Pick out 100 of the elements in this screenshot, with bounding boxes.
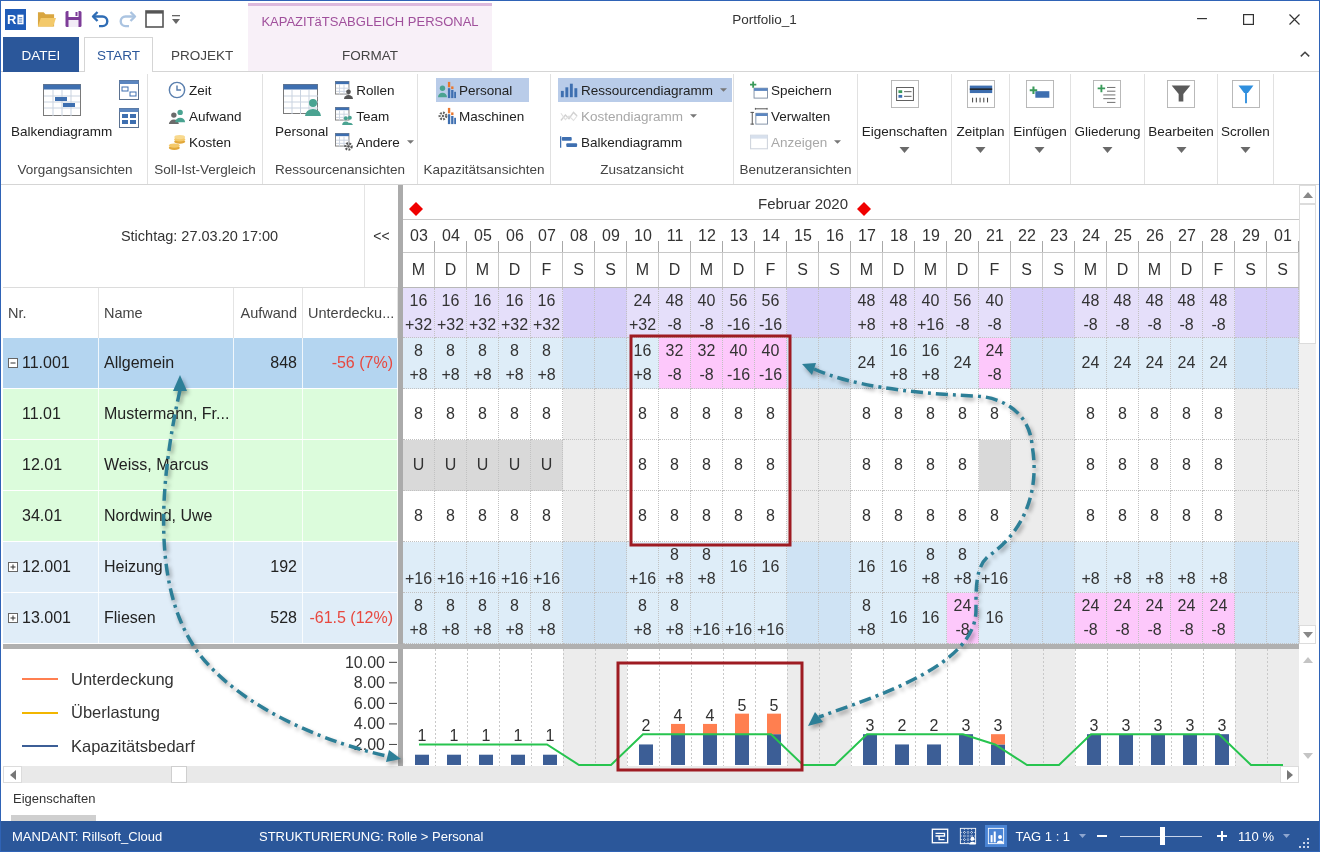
context-tab-group-label: KAPAZITäTSABGLEICH PERSONAL xyxy=(261,14,479,29)
zoom-in-icon[interactable] xyxy=(1217,831,1228,841)
collapse-panel-button[interactable]: << xyxy=(365,185,398,287)
ribbon-button[interactable]: Personal xyxy=(272,78,332,150)
caret-icon[interactable] xyxy=(1283,834,1290,838)
summary-cell: 16 +32 xyxy=(435,288,467,338)
timeline-cell: 8 +8 xyxy=(467,593,499,644)
ribbon-button[interactable]: Speichern xyxy=(748,78,847,102)
chart-bar xyxy=(1151,734,1165,765)
caret-icon[interactable] xyxy=(1079,834,1087,838)
minimize-icon[interactable] xyxy=(1197,18,1207,20)
close-icon[interactable] xyxy=(1288,13,1300,25)
timeline-cell: 8 +8 xyxy=(659,593,691,644)
ribbon-button[interactable]: Balkendiagramm xyxy=(558,130,733,154)
scroll-up-button[interactable] xyxy=(1299,185,1316,204)
scrollbar-thumb[interactable] xyxy=(1299,204,1316,344)
slider-thumb[interactable] xyxy=(1160,827,1166,845)
resize-grip-icon[interactable] xyxy=(1299,838,1309,848)
timeline-cell: 8 +8 xyxy=(467,338,499,389)
timeline-cell: 8 xyxy=(851,491,883,542)
timeline-cell: 8 +8 xyxy=(947,542,979,593)
timeline-cell: 8 xyxy=(403,389,435,440)
summary-cell: 48 -8 xyxy=(659,288,691,338)
timeline-cell: 16 xyxy=(915,593,947,644)
ribbon-button[interactable]: Gliederung xyxy=(1074,74,1141,156)
timeline-bar-icon xyxy=(966,80,995,108)
maximize-icon[interactable] xyxy=(1242,13,1254,25)
chart-person-icon[interactable] xyxy=(985,825,1008,847)
timeline-cell: 24 xyxy=(947,338,979,389)
axis-label: 6.00 xyxy=(353,694,385,712)
ribbon-tab[interactable]: START xyxy=(84,37,153,72)
bar-value-label: 2 xyxy=(929,717,939,735)
minus-box-icon[interactable] xyxy=(8,358,18,368)
context-tab[interactable]: FORMAT xyxy=(248,37,492,72)
timeline-cell: 8 +8 xyxy=(403,593,435,644)
ribbon-button[interactable]: Bearbeiten xyxy=(1148,74,1214,156)
file-tab[interactable]: DATEI xyxy=(3,37,79,72)
ribbon-button[interactable]: Rollen xyxy=(333,78,419,102)
ribbon-button[interactable]: Verwalten xyxy=(748,104,847,128)
timeline-cell: 8 xyxy=(979,389,1011,440)
ribbon-button[interactable]: Maschinen xyxy=(436,104,530,128)
undo-icon[interactable] xyxy=(91,10,110,28)
plus-box-icon[interactable] xyxy=(8,613,18,623)
timeline-cell: 16 xyxy=(979,593,1011,644)
ribbon-button[interactable]: Andere xyxy=(333,130,419,154)
timeline-cell: 8 xyxy=(915,491,947,542)
timeline-cell: 8 xyxy=(947,389,979,440)
view-button[interactable] xyxy=(117,106,142,130)
row-number: 12.01 xyxy=(22,456,63,474)
timeline-cell: 8 +8 xyxy=(691,542,723,593)
ribbon-button[interactable]: Team xyxy=(333,104,419,128)
timeline-cell: 8 xyxy=(691,491,723,542)
timeline-cell: 24 xyxy=(851,338,883,389)
timescale-label[interactable]: TAG 1 : 1 xyxy=(1015,828,1071,844)
view-button[interactable] xyxy=(117,78,142,102)
ribbon-button[interactable]: Einfügen xyxy=(1013,74,1067,156)
table-row[interactable]: 34.01 Nordwind, Uwe xyxy=(3,491,398,542)
form-icon xyxy=(890,80,919,108)
table-row[interactable]: 11.001 Allgemein 848 -56 (7%) xyxy=(3,338,398,389)
weekday-label: S xyxy=(595,253,627,287)
scroll-left-button[interactable] xyxy=(3,766,22,783)
bar-value-label: 3 xyxy=(865,717,875,735)
table-row[interactable]: 12.001 Heizung 192 xyxy=(3,542,398,593)
chart-bar xyxy=(959,734,973,765)
scrollbar-thumb[interactable] xyxy=(171,766,187,783)
timeline-cell: 8 +8 xyxy=(627,593,659,644)
timeline-cell: 8 xyxy=(691,440,723,491)
ribbon-tab[interactable]: PROJEKT xyxy=(158,37,247,72)
plus-box-icon[interactable] xyxy=(8,562,18,572)
vertical-scrollbar[interactable] xyxy=(1299,185,1316,644)
scroll-right-button[interactable] xyxy=(1280,766,1299,783)
weekday-label: M xyxy=(691,253,723,287)
timeline-cell: 8 xyxy=(755,440,787,491)
table-row[interactable]: 12.01 Weiss, Marcus xyxy=(3,440,398,491)
customize-caret-icon[interactable] xyxy=(172,14,180,24)
ribbon-button[interactable]: Personal xyxy=(436,78,530,102)
timeline-cell: 8 +8 xyxy=(499,338,531,389)
ribbon-button[interactable]: Scrollen xyxy=(1221,74,1270,156)
reference-date-label: Stichtag: 27.03.20 17:00 xyxy=(120,228,279,244)
save-icon[interactable] xyxy=(64,10,83,28)
collapse-ribbon-icon[interactable] xyxy=(1300,51,1310,57)
person-bar-chart-icon xyxy=(438,81,456,99)
ribbon-button[interactable]: Kosten xyxy=(166,130,247,154)
ribbon-button[interactable]: Balkendiagramm xyxy=(8,78,116,150)
ribbon-button[interactable]: Zeit xyxy=(166,78,247,102)
chart-bar xyxy=(1215,734,1229,765)
horizontal-scrollbar[interactable] xyxy=(3,766,1299,783)
timeline-cell: +16 xyxy=(979,542,1011,593)
ribbon-button[interactable]: Aufwand xyxy=(166,104,247,128)
ribbon-button[interactable]: Zeitplan xyxy=(956,74,1005,156)
bar-value-label: 3 xyxy=(993,717,1003,735)
timeline-cell: 8 xyxy=(499,491,531,542)
summary-cell: 48 -8 xyxy=(1171,288,1203,338)
table-row[interactable]: 11.01 Mustermann, Fr... xyxy=(3,389,398,440)
ribbon-button[interactable]: Ressourcendiagramm xyxy=(558,78,733,102)
scroll-down-button[interactable] xyxy=(1299,625,1316,644)
ribbon-button[interactable]: Eigenschaften xyxy=(861,74,948,156)
weekday-label: S xyxy=(819,253,851,287)
table-row[interactable]: 13.001 Fliesen 528 -61.5 (12%) xyxy=(3,593,398,644)
window-icon[interactable] xyxy=(145,10,164,28)
